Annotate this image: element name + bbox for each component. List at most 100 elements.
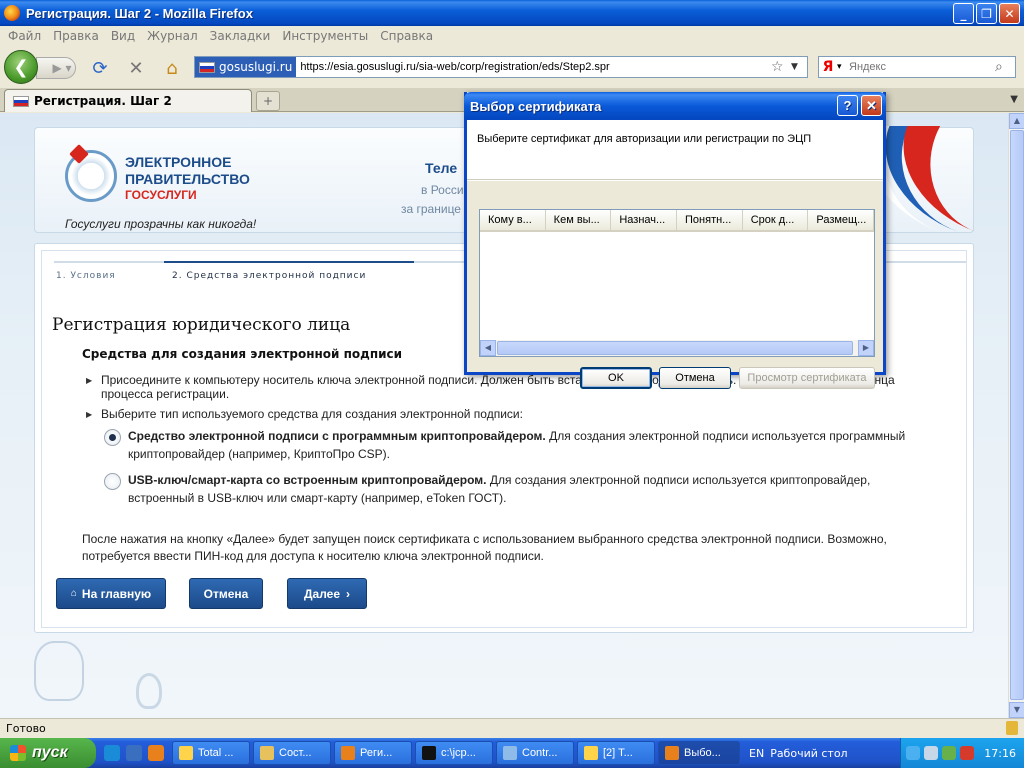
dialog-cancel-button[interactable]: Отмена [659, 367, 731, 389]
tray-antivirus-icon[interactable] [960, 746, 975, 760]
firefox-icon[interactable] [148, 745, 164, 761]
scroll-thumb[interactable] [497, 341, 853, 355]
menu-help[interactable]: Справка [374, 29, 439, 43]
menu-history[interactable]: Журнал [141, 29, 204, 43]
scroll-thumb[interactable] [1010, 130, 1024, 700]
column-issued-by[interactable]: Кем вы... [546, 210, 612, 230]
menu-edit[interactable]: Правка [47, 29, 105, 43]
radio-button-selected[interactable] [104, 429, 121, 446]
back-button[interactable]: ❮ [4, 50, 38, 84]
logo-line-2: ПРАВИТЕЛЬСТВО [125, 171, 250, 187]
tab-list-icon[interactable]: ▼ [1010, 94, 1018, 105]
select-certificate-dialog: Выбор сертификата ? ✕ Выберите сертифика… [464, 92, 886, 389]
tab-favicon-icon [13, 95, 29, 107]
column-issued-to[interactable]: Кому в... [480, 210, 546, 230]
view-certificate-button[interactable]: Просмотр сертификата [739, 367, 875, 389]
search-notice: После нажатия на кнопку «Далее» будет за… [82, 532, 887, 563]
system-tray: 17:16 [900, 738, 1024, 768]
site-identity-label: gosuslugi.ru [219, 60, 293, 74]
task-registration[interactable]: Реги... [334, 741, 412, 765]
radio-button[interactable] [104, 473, 121, 490]
lock-icon[interactable] [1006, 721, 1018, 735]
tray-security-icon[interactable] [942, 746, 957, 760]
url-text[interactable]: https://esia.gosuslugi.ru/sia-web/corp/r… [296, 61, 771, 73]
gosuslugi-logo-icon[interactable] [65, 150, 117, 202]
search-engine-dropdown-icon[interactable]: ▾ [837, 62, 849, 72]
dialog-title: Выбор сертификата [470, 98, 602, 114]
scroll-up-icon[interactable]: ▲ [1009, 113, 1024, 129]
column-location[interactable]: Размещ... [808, 210, 875, 230]
scroll-down-icon[interactable]: ▼ [1009, 702, 1024, 718]
home-page-button[interactable]: ⌂ На главную [56, 578, 166, 609]
section-title: Средства для создания электронной подпис… [82, 347, 403, 361]
desktop-icon[interactable] [126, 745, 142, 761]
coat-of-arms-decoration [34, 641, 84, 701]
firefox-logo-icon [4, 5, 20, 21]
scroll-right-icon[interactable]: ▶ [858, 340, 874, 356]
phone-russia-label: в Росси [421, 183, 464, 197]
language-indicator[interactable]: EN [749, 747, 764, 760]
menu-file[interactable]: Файл [2, 29, 47, 43]
yandex-logo-icon[interactable]: Я [819, 59, 837, 75]
task-state[interactable]: Сост... [253, 741, 331, 765]
menu-view[interactable]: Вид [105, 29, 141, 43]
search-icon[interactable]: ⌕ [995, 59, 1015, 75]
scroll-left-icon[interactable]: ◀ [480, 340, 496, 356]
clock[interactable]: 17:16 [984, 747, 1016, 760]
search-input[interactable] [849, 61, 995, 73]
menu-tools[interactable]: Инструменты [276, 29, 374, 43]
task-total-commander[interactable]: Total ... [172, 741, 250, 765]
close-window-button[interactable]: ✕ [999, 3, 1020, 24]
bookmark-star-icon[interactable]: ☆ [771, 59, 791, 75]
new-tab-button[interactable]: + [256, 91, 280, 111]
url-dropdown-icon[interactable]: ▼ [791, 62, 807, 72]
stop-icon[interactable]: ✕ [124, 56, 148, 80]
home-icon[interactable]: ⌂ [160, 56, 184, 80]
ok-button[interactable]: OK [580, 367, 652, 389]
address-bar[interactable]: gosuslugi.ru https://esia.gosuslugi.ru/s… [194, 56, 808, 78]
column-friendly-name[interactable]: Понятн... [677, 210, 743, 230]
instruction-item: ▶ Выберите тип используемого средства дл… [86, 407, 523, 421]
page-vertical-scrollbar[interactable]: ▲ ▼ [1008, 113, 1024, 718]
forward-button[interactable]: ▶ ▾ [36, 57, 76, 79]
chevron-right-icon: › [346, 586, 351, 601]
tray-app-icon[interactable] [924, 746, 939, 760]
dialog-close-button[interactable]: ✕ [861, 95, 882, 116]
radio-software-csp[interactable]: Средство электронной подписи с программн… [104, 427, 924, 463]
window-titlebar[interactable]: Регистрация. Шаг 2 - Mozilla Firefox _ ❐… [0, 0, 1024, 26]
home-icon: ⌂ [70, 588, 77, 599]
ie-icon[interactable] [104, 745, 120, 761]
column-expiry[interactable]: Срок д... [743, 210, 809, 230]
quick-launch [96, 745, 172, 761]
task-control[interactable]: Contr... [496, 741, 574, 765]
maximize-button[interactable]: ❐ [976, 3, 997, 24]
phone-title: Теле [425, 160, 458, 176]
reload-icon[interactable]: ⟳ [88, 56, 112, 80]
site-identity-button[interactable]: gosuslugi.ru [195, 57, 297, 77]
next-button[interactable]: Далее › [287, 578, 367, 609]
desktop-toolbar[interactable]: Рабочий стол [770, 747, 847, 760]
start-button[interactable]: пуск [0, 738, 96, 768]
minimize-button[interactable]: _ [953, 3, 974, 24]
certificate-list-header: Кому в... Кем вы... Назнач... Понятн... … [480, 210, 875, 232]
radio-usb-token[interactable]: USB-ключ/смарт-карта со встроенным крипт… [104, 471, 924, 507]
network-icon[interactable] [906, 746, 921, 760]
dialog-help-button[interactable]: ? [837, 95, 858, 116]
navigation-toolbar: ▶ ▾ ❮ ⟳ ✕ ⌂ gosuslugi.ru https://esia.go… [0, 46, 1024, 88]
cancel-button[interactable]: Отмена [189, 578, 263, 609]
russia-flag-icon [199, 61, 215, 73]
status-text: Готово [6, 722, 46, 735]
tab-registration[interactable]: Регистрация. Шаг 2 [4, 89, 252, 112]
step-1-label[interactable]: 1. Условия [56, 271, 116, 281]
list-horizontal-scrollbar[interactable]: ◀ ▶ [480, 340, 874, 356]
task-console[interactable]: c:\jcp... [415, 741, 493, 765]
certificate-list[interactable]: Кому в... Кем вы... Назнач... Понятн... … [479, 209, 875, 357]
window-title: Регистрация. Шаг 2 - Mozilla Firefox [26, 5, 253, 21]
task-select-certificate[interactable]: Выбо... [658, 741, 740, 765]
dialog-titlebar[interactable]: Выбор сертификата ? ✕ [464, 92, 886, 120]
search-bar[interactable]: Я ▾ ⌕ [818, 56, 1016, 78]
task-total-2[interactable]: [2] T... [577, 741, 655, 765]
menu-bookmarks[interactable]: Закладки [204, 29, 277, 43]
column-purpose[interactable]: Назнач... [611, 210, 678, 230]
bullet-arrow-icon: ▶ [86, 376, 93, 385]
